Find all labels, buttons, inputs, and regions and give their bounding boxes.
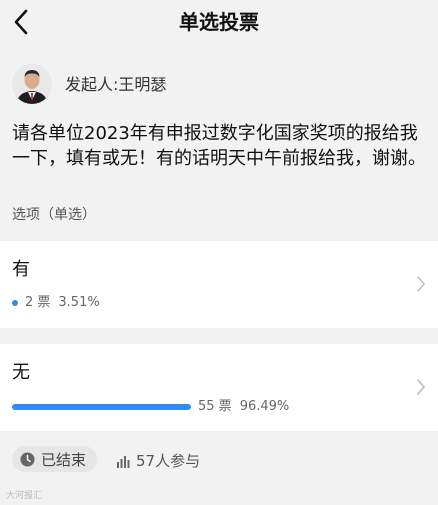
vote-stat: 2 票 3.51% (25, 295, 100, 311)
participants-count: 57人参与 (136, 452, 201, 470)
nav-header: 单选投票 (0, 0, 438, 44)
chevron-right-icon (417, 276, 425, 292)
vote-progress-bar (12, 300, 18, 306)
question-card: 发起人:王明瑟 请各单位2023年有申报过数字化国家奖项的报给我一下，填有或无！… (0, 44, 438, 235)
option-row[interactable]: 有 2 票 3.51% (0, 241, 438, 328)
vote-page: 单选投票 发起人:王明瑟 请各单位2023年有申报过数字化国家奖项的报给我一下，… (0, 0, 438, 505)
avatar-person-icon (12, 64, 52, 104)
option-row[interactable]: 无 55 票 96.49% (0, 344, 438, 431)
vote-stat: 55 票 96.49% (198, 399, 289, 415)
status-text: 已结束 (41, 450, 87, 469)
poll-footer: 已结束 57人参与 大河报汇 (0, 431, 438, 505)
vote-percent: 96.49% (239, 399, 290, 414)
vote-percent: 3.51% (58, 295, 100, 310)
status-badge: 已结束 (12, 446, 98, 472)
page-title: 单选投票 (179, 10, 259, 34)
option-label: 无 (12, 362, 30, 383)
vote-progress-bar (12, 404, 191, 410)
initiator-name: 发起人:王明瑟 (65, 75, 167, 94)
vote-count: 55 票 (198, 399, 232, 414)
participants-info[interactable]: 57人参与 (116, 450, 200, 471)
option-type-label: 选项（单选） (12, 207, 96, 223)
vote-count: 2 票 (25, 295, 51, 310)
watermark: 大河报汇 (6, 491, 43, 501)
clock-icon (20, 451, 35, 467)
avatar[interactable] (12, 64, 52, 104)
poll-question: 请各单位2023年有申报过数字化国家奖项的报给我一下，填有或无！有的话明天中午前… (12, 123, 426, 169)
bar-chart-icon (117, 455, 130, 468)
chevron-right-icon (417, 379, 425, 395)
option-label: 有 (12, 259, 30, 280)
